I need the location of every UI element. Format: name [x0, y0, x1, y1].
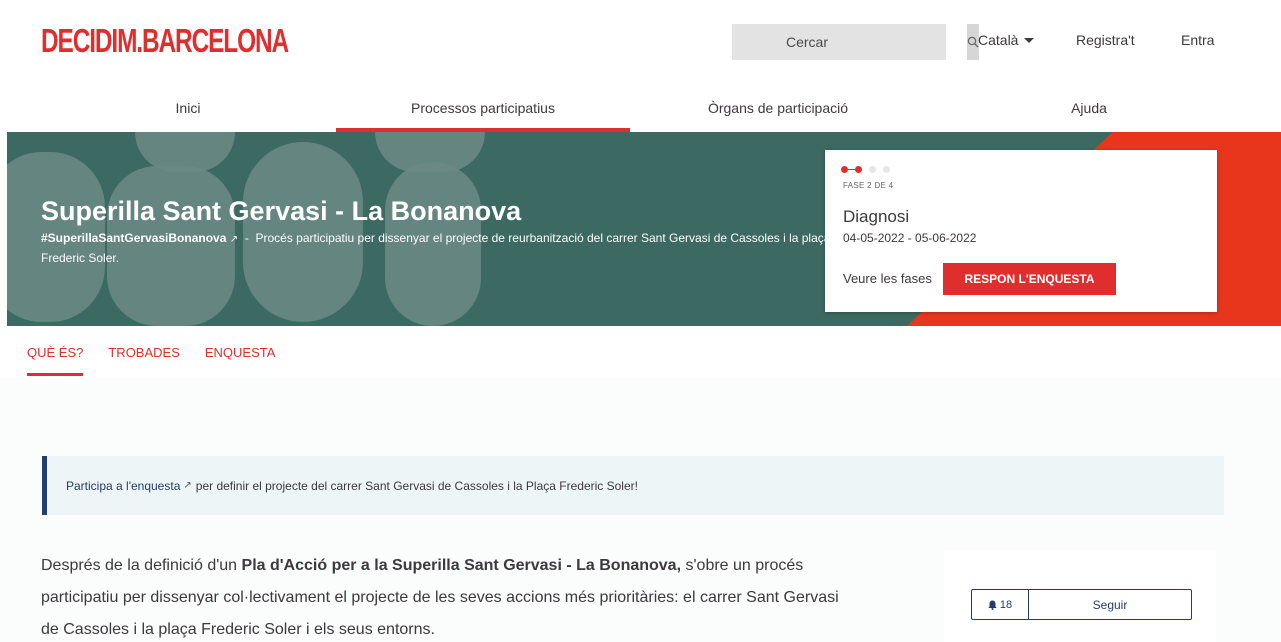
register-link[interactable]: Registra't: [1076, 32, 1135, 48]
external-link-icon: ↗: [229, 234, 239, 245]
language-selector[interactable]: Català: [978, 32, 1035, 48]
phase-card: FASE 2 DE 4 Diagnosi 04-05-2022 - 05-06-…: [825, 150, 1217, 312]
search-box: [732, 24, 979, 60]
survey-callout: Participa a l'enquesta ↗ per definir el …: [42, 456, 1224, 515]
phase-name: Diagnosi: [843, 207, 910, 226]
bell-icon: [988, 600, 997, 610]
process-hashtag[interactable]: #SuperillaSantGervasiBonanova: [41, 231, 226, 245]
answer-survey-button[interactable]: RESPON L'ENQUESTA: [943, 263, 1116, 295]
tab-trobades[interactable]: TROBADES: [108, 340, 180, 376]
body-intro: Després de la definició d'un: [41, 557, 238, 574]
language-label: Català: [978, 32, 1019, 48]
external-link-icon: ↗: [183, 480, 192, 491]
process-description: #SuperillaSantGervasiBonanova ↗ - Procés…: [41, 229, 841, 268]
phase-count: FASE 2 DE 4: [843, 181, 894, 190]
nav-item-processos[interactable]: Processos participatius: [336, 84, 630, 132]
followers-count: 18: [972, 590, 1029, 619]
callout-text: per definir el projecte del carrer Sant …: [195, 478, 638, 493]
process-body-text: Després de la definició d'un Pla d'Acció…: [41, 550, 841, 642]
separator: -: [244, 231, 249, 245]
phase-dot: [869, 166, 876, 173]
tab-que-es[interactable]: QUÈ ÉS?: [27, 340, 84, 376]
top-header: DECIDIM.BARCELONA Català Registra't Entr…: [0, 0, 1281, 84]
follow-widget: 18 Seguir: [971, 589, 1192, 620]
followers-number: 18: [999, 598, 1013, 611]
page: DECIDIM.BARCELONA Català Registra't Entr…: [0, 0, 1281, 642]
process-title: Superilla Sant Gervasi - La Bonanova: [41, 196, 522, 226]
action-plan-name: Pla d'Acció per a la Superilla Sant Gerv…: [241, 557, 682, 574]
tab-enquesta[interactable]: ENQUESTA: [205, 340, 276, 376]
phase-dates: 04-05-2022 - 05-06-2022: [843, 231, 977, 245]
nav-item-organs[interactable]: Òrgans de participació: [630, 84, 926, 132]
phase-dot: [855, 166, 862, 173]
see-phases-link[interactable]: Veure les fases: [843, 271, 932, 286]
process-subnav: QUÈ ÉS? TROBADES ENQUESTA: [27, 340, 300, 378]
phase-progress: [841, 166, 897, 173]
search-input[interactable]: [732, 24, 967, 60]
follow-button[interactable]: Seguir: [1029, 590, 1191, 619]
phase-dot: [841, 166, 855, 173]
site-logo[interactable]: DECIDIM.BARCELONA: [41, 24, 289, 58]
main-navigation: Inici Processos participatius Òrgans de …: [0, 84, 1281, 132]
chevron-down-icon: [1024, 37, 1035, 43]
nav-item-inici[interactable]: Inici: [40, 84, 336, 132]
login-link[interactable]: Entra: [1181, 32, 1214, 48]
phase-dot: [883, 166, 890, 173]
survey-link[interactable]: Participa a l'enquesta: [66, 479, 180, 493]
nav-item-ajuda[interactable]: Ajuda: [926, 84, 1252, 132]
